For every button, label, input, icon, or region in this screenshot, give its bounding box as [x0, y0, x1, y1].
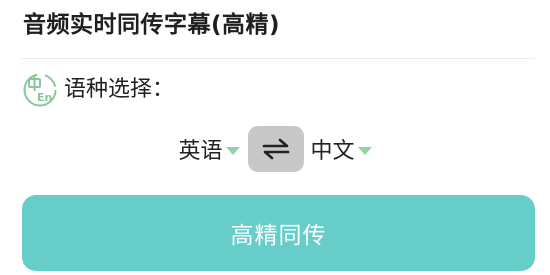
target-language-select[interactable]: 中文	[311, 133, 372, 165]
svg-text:En: En	[37, 91, 52, 104]
zh-en-language-icon: En	[23, 73, 57, 107]
divider	[22, 58, 535, 59]
source-language-select[interactable]: 英语	[178, 133, 240, 165]
language-label: 语种选择：	[64, 77, 175, 102]
language-selection-row: En 语种选择：	[22, 72, 174, 108]
swap-languages-button[interactable]	[247, 126, 304, 172]
chevron-down-icon	[225, 147, 240, 155]
target-language-value: 中文	[310, 139, 355, 164]
swap-arrows-icon	[262, 138, 289, 160]
language-selector-row: 英语 中文	[0, 125, 550, 173]
source-language-value: 英语	[178, 139, 223, 164]
chevron-down-icon	[357, 147, 372, 155]
page-title: 音频实时同传字幕(高精)	[23, 12, 281, 38]
start-interpretation-button[interactable]: 高精同传	[22, 195, 535, 271]
simultaneous-interpretation-panel: 音频实时同传字幕(高精) En 语种选择： 英语 中文 高精同传	[0, 0, 550, 275]
